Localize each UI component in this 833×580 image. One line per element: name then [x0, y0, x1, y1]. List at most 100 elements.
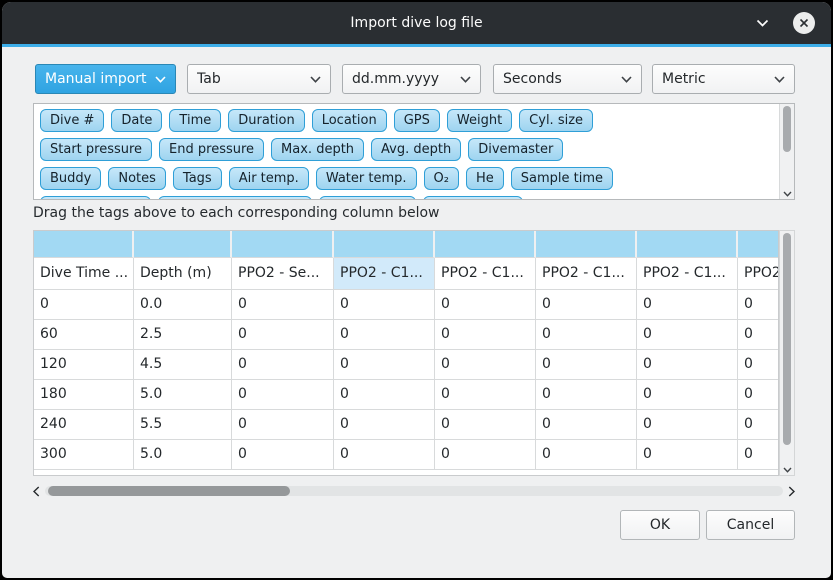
tag-chip[interactable]: Sample depth	[40, 196, 151, 200]
scroll-down-icon[interactable]	[780, 191, 794, 197]
ok-button[interactable]: OK	[620, 510, 700, 540]
import-mode-value: Manual import	[45, 71, 147, 87]
table-cell: 0	[536, 410, 637, 440]
shade-chevron-icon[interactable]	[756, 2, 769, 44]
table-cell: 0	[435, 440, 536, 470]
table-cell: 0	[536, 290, 637, 320]
column-drop-target[interactable]	[435, 231, 536, 258]
tag-chip[interactable]: Buddy	[40, 167, 101, 190]
column-header: PPO2 - C1...	[536, 258, 637, 290]
tag-pool: Dive # Date Time Duration Location GPS W…	[33, 103, 795, 200]
tag-chip[interactable]: Time	[169, 109, 221, 132]
close-icon	[799, 18, 809, 28]
table-cell: 0.0	[134, 290, 232, 320]
date-format-select[interactable]: dd.mm.yyyy	[342, 64, 481, 94]
table-cell: 0	[435, 410, 536, 440]
table-cell: 5.5	[134, 410, 232, 440]
table-cell: 0	[738, 440, 779, 470]
table-cell: 0	[536, 440, 637, 470]
tag-chip[interactable]: Sample pO₂	[319, 196, 416, 200]
duration-format-select[interactable]: Seconds	[493, 64, 642, 94]
table-cell: 0	[232, 290, 334, 320]
table-cell: 0	[334, 380, 435, 410]
table-cell: 0	[232, 380, 334, 410]
column-drop-target[interactable]	[134, 231, 232, 258]
tag-row: Buddy Notes Tags Air temp. Water temp. O…	[40, 167, 794, 190]
tag-chip[interactable]: Date	[111, 109, 162, 132]
table-cell: 0	[637, 410, 738, 440]
field-separator-value: Tab	[197, 71, 221, 87]
table-cell: 5.0	[134, 440, 232, 470]
tag-chip[interactable]: Duration	[228, 109, 304, 132]
close-button[interactable]	[793, 12, 815, 34]
table-cell: 5.0	[134, 380, 232, 410]
column-drop-target[interactable]	[34, 231, 134, 258]
chevron-down-icon	[621, 76, 632, 83]
table-cell: 0	[738, 410, 779, 440]
tag-chip[interactable]: Air temp.	[229, 167, 309, 190]
tag-chip[interactable]: Weight	[447, 109, 512, 132]
tag-chip[interactable]: Sample time	[511, 167, 613, 190]
titlebar[interactable]: Import dive log file	[2, 2, 831, 44]
scrollbar-thumb[interactable]	[783, 106, 791, 152]
table-cell: 0	[435, 290, 536, 320]
table-cell: 0	[435, 350, 536, 380]
column-header: Dive Time ...	[34, 258, 134, 290]
scrollbar-thumb[interactable]	[48, 486, 290, 496]
chevron-down-icon	[155, 76, 166, 83]
table-cell: 0	[637, 350, 738, 380]
scroll-left-icon[interactable]	[33, 486, 40, 497]
table-vertical-scrollbar[interactable]	[779, 230, 795, 476]
scroll-right-icon[interactable]	[788, 486, 795, 497]
tag-chip[interactable]: Start pressure	[40, 138, 152, 161]
column-drop-target[interactable]	[637, 231, 738, 258]
table-cell: 0	[536, 350, 637, 380]
duration-format-value: Seconds	[503, 71, 562, 87]
table-cell: 0	[435, 380, 536, 410]
column-drop-target[interactable]	[232, 231, 334, 258]
units-select[interactable]: Metric	[652, 64, 795, 94]
table-cell: 0	[738, 290, 779, 320]
tag-chip[interactable]: Water temp.	[316, 167, 417, 190]
table-horizontal-scrollbar[interactable]	[33, 484, 795, 498]
tag-chip[interactable]: Tags	[173, 167, 222, 190]
scrollbar-thumb[interactable]	[783, 233, 791, 445]
table-cell: 0	[637, 290, 738, 320]
tag-chip[interactable]: Divemaster	[468, 138, 563, 161]
units-value: Metric	[662, 71, 706, 87]
instruction-text: Drag the tags above to each correspondin…	[33, 205, 440, 221]
column-drop-target[interactable]	[536, 231, 637, 258]
tag-chip[interactable]: GPS	[394, 109, 440, 132]
column-drop-target[interactable]	[334, 231, 435, 258]
column-header: PPO2	[738, 258, 779, 290]
tag-chip[interactable]: Cyl. size	[519, 109, 593, 132]
tag-chip[interactable]: O₂	[424, 167, 459, 190]
table-cell: 0	[738, 380, 779, 410]
scroll-down-icon[interactable]	[780, 467, 794, 473]
column-drop-target[interactable]	[738, 231, 779, 258]
field-separator-select[interactable]: Tab	[187, 64, 331, 94]
tag-chip[interactable]: Sample CNS	[423, 196, 523, 200]
column-header: PPO2 - C1...	[435, 258, 536, 290]
chevron-down-icon	[460, 76, 471, 83]
tag-pool-scrollbar[interactable]	[779, 104, 794, 199]
accent-line	[2, 44, 831, 47]
tag-chip[interactable]: Dive #	[40, 109, 104, 132]
tag-chip[interactable]: Location	[312, 109, 387, 132]
tag-chip[interactable]: Avg. depth	[371, 138, 461, 161]
tag-chip[interactable]: End pressure	[159, 138, 264, 161]
table-cell: 0	[232, 350, 334, 380]
table-cell: 60	[34, 320, 134, 350]
table-cell: 300	[34, 440, 134, 470]
tag-row: Sample depth Sample temperature Sample p…	[40, 196, 794, 200]
tag-chip[interactable]: Notes	[108, 167, 166, 190]
tag-chip[interactable]: He	[466, 167, 504, 190]
table-cell: 0	[334, 440, 435, 470]
tag-chip[interactable]: Sample temperature	[158, 196, 313, 200]
tag-chip[interactable]: Max. depth	[271, 138, 364, 161]
import-mode-select[interactable]: Manual import	[35, 64, 176, 94]
screen: Import dive log file Manual import Tab d…	[0, 0, 833, 580]
cancel-button[interactable]: Cancel	[706, 510, 795, 540]
preview-table: Dive Time ... Depth (m) PPO2 - Se... PPO…	[33, 230, 779, 476]
scrollbar-track[interactable]	[45, 486, 783, 496]
